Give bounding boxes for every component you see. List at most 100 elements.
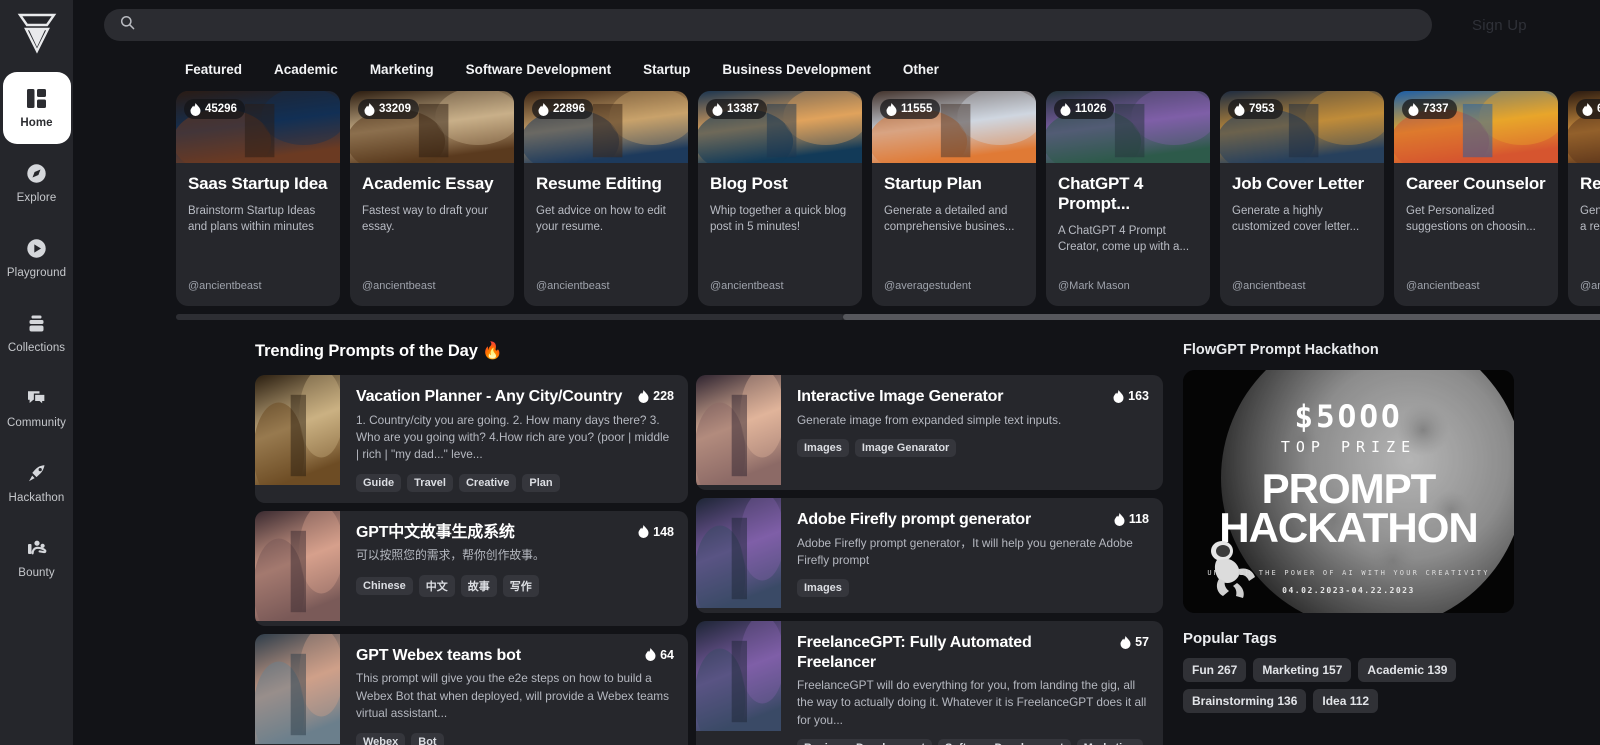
hackathon-banner[interactable]: $5OOO TOP PRIZE PROMPT HACKATHON UNLEASH… xyxy=(1183,370,1514,613)
prompt-tag[interactable]: Image Genarator xyxy=(854,438,957,457)
top-bar: Sign Up xyxy=(73,0,1600,50)
prompt-tag[interactable]: Images xyxy=(797,579,849,598)
prompt-tag[interactable]: Bot xyxy=(411,732,444,745)
prompt-card-description: Brainstorm Startup Ideas and plans withi… xyxy=(188,205,316,234)
like-count: 57 xyxy=(1135,635,1149,649)
sidebar-item-community[interactable]: Community xyxy=(3,372,71,444)
like-count-badge: 7337 xyxy=(1402,99,1457,119)
sidebar-item-bounty[interactable]: Bounty xyxy=(3,522,71,594)
prompt-card[interactable]: 6517 Research paper... Generate a summar… xyxy=(1568,91,1600,306)
flowgpt-logo[interactable] xyxy=(13,8,61,58)
like-count-badge: 45296 xyxy=(184,99,245,119)
trending-prompt-row[interactable]: FreelanceGPT: Fully Automated Freelancer… xyxy=(696,621,1163,745)
popular-tag[interactable]: Idea 112 xyxy=(1313,689,1379,713)
like-count: 11026 xyxy=(1075,103,1107,115)
sidebar-item-collections[interactable]: Collections xyxy=(3,297,71,369)
like-count-badge: 22896 xyxy=(532,99,593,119)
prompt-card[interactable]: 22896 Resume Editing Get advice on how t… xyxy=(524,91,688,306)
sidebar-item-playground[interactable]: Playground xyxy=(3,222,71,294)
sidebar-item-label: Home xyxy=(20,116,53,129)
trending-prompt-row[interactable]: Interactive Image Generator 163 Generate… xyxy=(696,375,1163,490)
prompt-title: FreelanceGPT: Fully Automated Freelancer xyxy=(797,634,1032,671)
prompt-card-title: Research paper... xyxy=(1580,174,1600,193)
carousel-scrollbar-thumb[interactable] xyxy=(842,314,1600,320)
popular-tag[interactable]: Brainstorming 136 xyxy=(1183,689,1307,713)
trending-prompt-row[interactable]: Adobe Firefly prompt generator 118 Adobe… xyxy=(696,498,1163,613)
like-count-badge: 7953 xyxy=(1228,99,1283,119)
prompt-tag[interactable]: Marketing xyxy=(1076,739,1143,745)
prompt-tag-more[interactable]: ... xyxy=(1149,739,1163,745)
sidebar-item-hackathon[interactable]: Hackathon xyxy=(3,447,71,519)
search-input[interactable] xyxy=(145,17,1416,33)
prompt-card-image: 33209 xyxy=(350,91,514,163)
trending-prompt-row[interactable]: Vacation Planner - Any City/Country 228 … xyxy=(255,375,688,503)
prompt-tag[interactable]: Software Development xyxy=(938,739,1071,745)
prompt-tag[interactable]: Business Development xyxy=(797,739,933,745)
prompt-card-description: Get Personalized suggestions on choosin.… xyxy=(1406,205,1536,234)
compass-icon xyxy=(26,163,48,185)
prompt-card-description: Fastest way to draft your essay. xyxy=(362,205,488,234)
popular-tag[interactable]: Fun 267 xyxy=(1183,658,1247,682)
prompt-card-title: Career Counselor xyxy=(1406,174,1546,193)
prompt-tag[interactable]: Chinese xyxy=(356,576,413,595)
tab-academic[interactable]: Academic xyxy=(274,62,338,77)
like-count-badge: 11026 xyxy=(1054,99,1115,119)
search-bar[interactable] xyxy=(104,9,1432,41)
signup-button[interactable]: Sign Up xyxy=(1472,17,1527,34)
prompt-card[interactable]: 11026 ChatGPT 4 Prompt... A ChatGPT 4 Pr… xyxy=(1046,91,1210,306)
prompt-card[interactable]: 13387 Blog Post Whip together a quick bl… xyxy=(698,91,862,306)
popular-tag[interactable]: Marketing 157 xyxy=(1253,658,1352,682)
prompt-tag[interactable]: Images xyxy=(797,438,849,457)
chat-bubbles-icon xyxy=(26,388,48,410)
trending-prompt-row[interactable]: GPT Webex teams bot 64 This prompt will … xyxy=(255,633,688,745)
prompt-tag[interactable]: Travel xyxy=(407,473,453,492)
tab-software-development[interactable]: Software Development xyxy=(466,62,612,77)
prompt-tag[interactable]: 写作 xyxy=(502,574,539,597)
prompt-card-image: 11026 xyxy=(1046,91,1210,163)
prompt-tag[interactable]: 故事 xyxy=(460,574,497,597)
prompt-tag[interactable]: Creative xyxy=(458,473,517,492)
prompt-card-author: @ancientbeast xyxy=(1406,280,1480,292)
trending-prompt-row[interactable]: GPT中文故事生成系统 148 可以按照您的需求，帮你创作故事。 Chinese… xyxy=(255,510,688,626)
prompt-carousel[interactable]: 45296 Saas Startup Idea Brainstorm Start… xyxy=(176,85,1600,306)
like-count: 148 xyxy=(653,524,674,539)
prompt-card[interactable]: 45296 Saas Startup Idea Brainstorm Start… xyxy=(176,91,340,306)
search-icon xyxy=(120,15,135,35)
like-count-badge: 33209 xyxy=(358,99,419,119)
prompt-card-author: @ancientbeast xyxy=(1232,280,1306,292)
prompt-tag[interactable]: Guide xyxy=(356,473,402,492)
like-count-badge: 57 xyxy=(1120,633,1149,649)
flame-icon xyxy=(1060,102,1071,116)
prompt-card[interactable]: 11555 Startup Plan Generate a detailed a… xyxy=(872,91,1036,306)
prompt-card[interactable]: 7953 Job Cover Letter Generate a highly … xyxy=(1220,91,1384,306)
like-count-badge: 228 xyxy=(638,387,674,403)
banner-dates: 04.02.2023-04.22.2023 xyxy=(1282,586,1415,595)
prompt-description: FreelanceGPT will do everything for you,… xyxy=(797,678,1147,727)
carousel-scrollbar[interactable] xyxy=(176,314,1600,320)
trending-section: Trending Prompts of the Day 🔥 Vacation P… xyxy=(73,342,1163,745)
prompt-tag[interactable]: Plan xyxy=(522,473,560,492)
prompt-tag[interactable]: 中文 xyxy=(418,574,455,597)
sidebar-item-label: Explore xyxy=(16,191,57,204)
tab-marketing[interactable]: Marketing xyxy=(370,62,434,77)
prompt-thumbnail xyxy=(696,621,781,745)
prompt-tag-list: Images Image Genarator xyxy=(797,438,1149,457)
sidebar-item-explore[interactable]: Explore xyxy=(3,147,71,219)
tab-featured[interactable]: Featured xyxy=(185,62,242,77)
tab-startup[interactable]: Startup xyxy=(643,62,690,77)
prompt-card[interactable]: 33209 Academic Essay Fastest way to draf… xyxy=(350,91,514,306)
prompt-tag-list: Images xyxy=(797,579,1149,598)
prompt-card-image: 7337 xyxy=(1394,91,1558,163)
prompt-card-title: Resume Editing xyxy=(536,174,662,193)
popular-tag[interactable]: Academic 139 xyxy=(1358,658,1457,682)
prompt-tag[interactable]: Webex xyxy=(356,732,406,745)
prompt-card[interactable]: 7337 Career Counselor Get Personalized s… xyxy=(1394,91,1558,306)
popular-tags-heading: Popular Tags xyxy=(1183,630,1277,647)
sidebar-item-label: Community xyxy=(6,416,67,429)
sidebar-item-home[interactable]: Home xyxy=(2,72,71,144)
flame-icon xyxy=(1408,102,1419,116)
trending-column-right: Interactive Image Generator 163 Generate… xyxy=(696,375,1163,745)
tab-other[interactable]: Other xyxy=(903,62,939,77)
tab-business-development[interactable]: Business Development xyxy=(722,62,871,77)
like-count-badge: 118 xyxy=(1114,510,1149,526)
